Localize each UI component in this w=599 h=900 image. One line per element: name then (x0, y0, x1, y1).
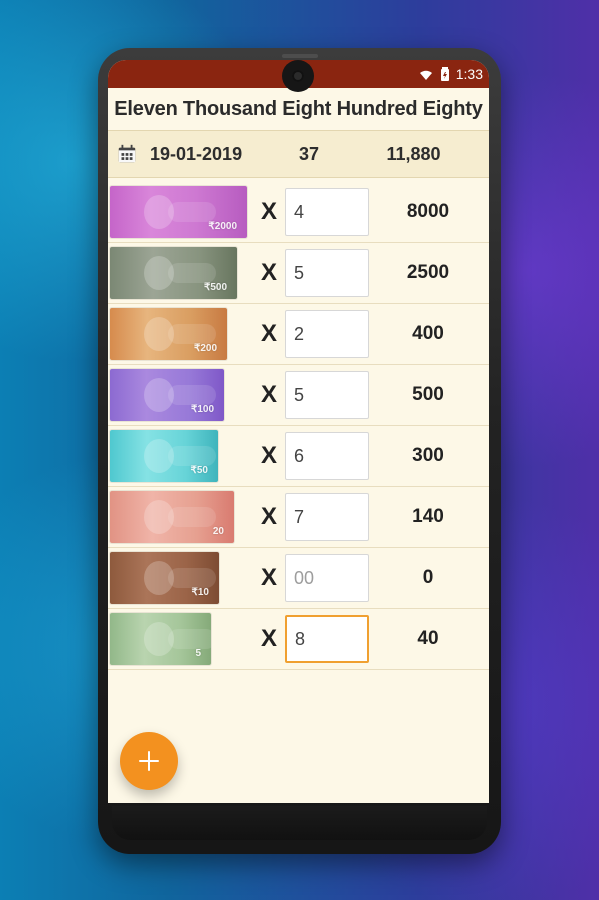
count-input-200[interactable] (285, 310, 369, 358)
battery-icon (440, 66, 450, 82)
note-image-100: ₹100 (110, 368, 255, 422)
note-label-2000: ₹2000 (208, 221, 237, 232)
camera-icon (292, 70, 304, 82)
banknote-2000: ₹2000 (110, 186, 247, 238)
count-input-500[interactable] (285, 249, 369, 297)
row-total-2000: 8000 (406, 201, 450, 222)
denomination-row-500: ₹500 X 2500 (108, 243, 489, 304)
wifi-icon (418, 67, 434, 81)
note-image-200: ₹200 (110, 307, 255, 361)
plus-icon (139, 751, 159, 771)
banknote-5: 5 (110, 613, 211, 665)
multiply-sign: X (260, 503, 277, 530)
denomination-row-5: 5 X 40 (108, 609, 489, 670)
denomination-row-50: ₹50 X 300 (108, 426, 489, 487)
camera-notch (282, 60, 314, 92)
multiply-sign: X (260, 320, 277, 347)
summary-total: 11,880 (386, 143, 441, 164)
denomination-row-2000: ₹2000 X 8000 (108, 182, 489, 243)
count-input-10[interactable] (285, 554, 369, 602)
note-label-200: ₹200 (193, 343, 217, 354)
count-input-2000[interactable] (285, 188, 369, 236)
row-total-100: 500 (412, 384, 444, 405)
multiply-sign: X (260, 625, 277, 652)
row-total-200: 400 (412, 323, 444, 344)
summary-count: 37 (298, 143, 320, 164)
app-screen: 1:33 Eleven Thousand Eight Hundred Eight… (108, 60, 489, 803)
multiply-sign: X (260, 442, 277, 469)
note-label-500: ₹500 (203, 282, 227, 293)
note-label-10: ₹10 (191, 587, 210, 598)
note-label-50: ₹50 (190, 465, 209, 476)
multiply-sign: X (260, 198, 277, 225)
count-input-20[interactable] (285, 493, 369, 541)
summary-bar: 19-01-2019 37 11,880 (108, 130, 489, 178)
note-label-100: ₹100 (190, 404, 214, 415)
row-total-50: 300 (412, 445, 444, 466)
multiply-sign: X (260, 564, 277, 591)
phone-bottom-bezel (112, 806, 487, 840)
count-input-5[interactable] (285, 615, 369, 663)
amount-title: Eleven Thousand Eight Hundred Eighty (114, 97, 483, 120)
status-bar: 1:33 (108, 60, 489, 92)
note-image-2000: ₹2000 (110, 185, 255, 239)
count-input-50[interactable] (285, 432, 369, 480)
note-image-10: ₹10 (110, 551, 255, 605)
denomination-list: ₹2000 X 8000 ₹500 X 2500 (108, 178, 489, 670)
status-right: 1:33 (418, 66, 483, 82)
banknote-500: ₹500 (110, 247, 237, 299)
banknote-200: ₹200 (110, 308, 227, 360)
note-image-50: ₹50 (110, 429, 255, 483)
row-total-500: 2500 (406, 262, 450, 283)
row-total-5: 40 (417, 628, 439, 649)
count-input-100[interactable] (285, 371, 369, 419)
status-time: 1:33 (455, 66, 483, 82)
summary-date[interactable]: 19-01-2019 (150, 144, 270, 165)
banknote-20: 20 (110, 491, 234, 543)
denomination-row-10: ₹10 X 0 (108, 548, 489, 609)
phone-speaker (282, 54, 318, 58)
multiply-sign: X (260, 381, 277, 408)
note-image-20: 20 (110, 490, 255, 544)
add-button[interactable] (120, 732, 178, 790)
note-label-5: 5 (195, 648, 201, 659)
row-total-20: 140 (412, 506, 444, 527)
denomination-row-20: 20 X 140 (108, 487, 489, 548)
denomination-row-100: ₹100 X 500 (108, 365, 489, 426)
banknote-100: ₹100 (110, 369, 224, 421)
phone-frame: 1:33 Eleven Thousand Eight Hundred Eight… (98, 48, 501, 854)
banknote-50: ₹50 (110, 430, 218, 482)
denomination-row-200: ₹200 X 400 (108, 304, 489, 365)
note-label-20: 20 (212, 526, 224, 537)
calendar-icon[interactable] (116, 143, 138, 165)
row-total-10: 0 (422, 567, 434, 588)
note-image-5: 5 (110, 612, 255, 666)
note-image-500: ₹500 (110, 246, 255, 300)
banknote-10: ₹10 (110, 552, 219, 604)
multiply-sign: X (260, 259, 277, 286)
